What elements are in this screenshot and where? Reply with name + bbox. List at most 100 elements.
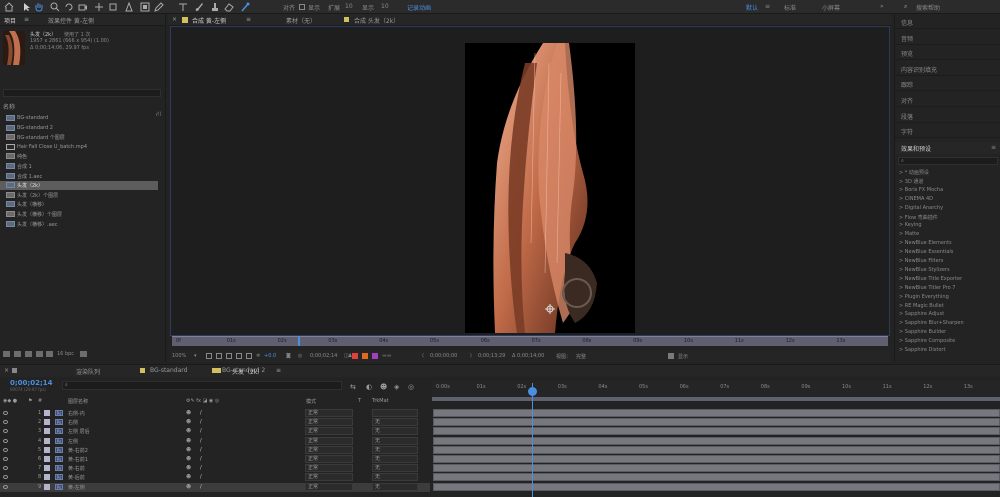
project-item[interactable]: 头发（横移）.aec bbox=[0, 220, 158, 229]
layer-name[interactable]: 右侧 bbox=[68, 419, 78, 426]
panel-item[interactable]: 预览 bbox=[901, 49, 913, 58]
text-tool-icon[interactable] bbox=[178, 2, 188, 12]
work-area-start[interactable]: 0;00;00;00 bbox=[430, 353, 457, 359]
tab-render-queue[interactable]: 渲染队列 bbox=[76, 367, 100, 376]
layer-row[interactable]: 8 Ps 黄-后前 ☻ / 正常 无 bbox=[0, 473, 430, 482]
panel-item[interactable]: 字符 bbox=[901, 127, 913, 136]
project-item[interactable]: Hair Fall Close U_batch.mp4 bbox=[0, 143, 158, 152]
mode-dropdown[interactable]: 正常 bbox=[305, 409, 353, 417]
layer-duration-bar[interactable] bbox=[433, 409, 1000, 417]
layer-row[interactable]: 7 Ps 黄-右前 ☻ / 正常 无 bbox=[0, 464, 430, 473]
tab-layer[interactable]: 素材（无） bbox=[286, 16, 316, 25]
workspace-menu-icon[interactable]: ≡ bbox=[765, 3, 770, 10]
fast-preview-icon[interactable] bbox=[372, 353, 378, 359]
eye-icon[interactable] bbox=[3, 447, 8, 452]
close-icon[interactable]: × bbox=[4, 367, 9, 374]
panel-item[interactable]: 内容识别填充 bbox=[901, 65, 937, 74]
layer-label-color[interactable] bbox=[44, 446, 50, 453]
shape-fill-icon[interactable] bbox=[140, 2, 150, 12]
project-item[interactable]: BG-standard 2 bbox=[0, 124, 158, 133]
draft-3d-icon[interactable]: ◐ bbox=[366, 383, 372, 391]
expand-label[interactable]: 扩展 bbox=[328, 3, 340, 12]
mode-dropdown[interactable]: 正常 bbox=[305, 445, 353, 454]
workspace-default[interactable]: 默认 bbox=[746, 3, 758, 12]
project-item[interactable]: 合成 1 bbox=[0, 162, 158, 171]
switches-header-icon[interactable]: ⚙✎ fx ◪ ◉ ◎ bbox=[186, 398, 219, 404]
view-dropdown[interactable]: 完整 bbox=[576, 353, 586, 360]
effect-category[interactable]: > Boris FX Mocha bbox=[899, 187, 943, 193]
mode-header[interactable]: 模式 bbox=[306, 398, 316, 405]
trkmat-dropdown[interactable]: 无 bbox=[372, 445, 418, 454]
effect-category[interactable]: > RE Magic Bullet bbox=[899, 303, 944, 309]
eye-icon[interactable] bbox=[3, 411, 8, 415]
layer-name[interactable]: 左侧 bbox=[68, 438, 78, 445]
pencil-tool-icon[interactable] bbox=[154, 2, 164, 12]
shy-switch-icon[interactable]: ☻ bbox=[186, 465, 191, 471]
effect-category[interactable]: > Plugin Everything bbox=[899, 294, 949, 300]
bit-depth-button[interactable]: 16 bpc bbox=[57, 351, 74, 357]
layer-label-color[interactable] bbox=[44, 474, 50, 481]
project-item[interactable]: 头发（2k）个图层 bbox=[0, 191, 158, 200]
snapshot-camera-icon[interactable]: ◙ bbox=[286, 353, 291, 359]
layer-label-color[interactable] bbox=[44, 428, 50, 435]
eraser-tool-icon[interactable] bbox=[224, 2, 234, 12]
effect-category[interactable]: > NewBlue Title Exporter bbox=[899, 276, 962, 282]
mode-dropdown[interactable]: 正常 bbox=[305, 464, 353, 473]
effect-category[interactable]: > CINEMA 4D bbox=[899, 196, 933, 202]
align-label[interactable]: 对齐 bbox=[283, 3, 295, 12]
effect-category[interactable]: > Flow 弯曲插件 bbox=[899, 214, 938, 221]
pen-tool-icon[interactable] bbox=[124, 2, 134, 12]
layer-name[interactable]: 右侧-内 bbox=[68, 410, 85, 417]
layer-row[interactable]: 5 Ps 黄-右前2 ☻ / 正常 无 bbox=[0, 445, 430, 455]
mode-dropdown[interactable]: 正常 bbox=[305, 418, 353, 427]
pan-behind-tool-icon[interactable] bbox=[94, 2, 104, 12]
show-snapshot-icon[interactable]: ◎ bbox=[298, 353, 302, 359]
layer-duration-bar[interactable] bbox=[433, 436, 1000, 445]
panel-item[interactable]: 音频 bbox=[901, 34, 913, 43]
grid-icon[interactable] bbox=[216, 353, 222, 359]
eye-icon[interactable] bbox=[3, 420, 8, 425]
panel-item[interactable]: 信息 bbox=[901, 18, 913, 27]
shape-tool-icon[interactable] bbox=[108, 2, 118, 12]
shy-switch-icon[interactable]: ☻ bbox=[186, 428, 191, 434]
layer-label-color[interactable] bbox=[44, 483, 50, 490]
project-item[interactable]: 头发（横移）个图层 bbox=[0, 210, 158, 219]
tab-bg-standard[interactable]: BG-standard bbox=[150, 367, 187, 374]
project-item[interactable]: 头发（横移） bbox=[0, 200, 158, 209]
layer-label-color[interactable] bbox=[44, 437, 50, 444]
color-management-icon[interactable] bbox=[362, 353, 368, 359]
layer-row[interactable]: 3 Ps 左侧 层后 ☻ / 正常 无 bbox=[0, 427, 430, 436]
effect-category[interactable]: > NewBlue Filters bbox=[899, 258, 943, 264]
magnification-chevron-icon[interactable]: ▾ bbox=[194, 353, 197, 359]
snap-checkbox[interactable] bbox=[299, 4, 305, 10]
mode-dropdown[interactable]: 正常 bbox=[305, 427, 353, 436]
layer-name[interactable]: 黄-右前 bbox=[68, 465, 85, 472]
layer-search-input[interactable]: ⌕ bbox=[62, 381, 342, 390]
work-area-bar[interactable] bbox=[432, 397, 1000, 401]
snap-label[interactable]: 显示 bbox=[308, 3, 320, 12]
effect-category[interactable]: > Sapphire Adjust bbox=[899, 311, 944, 317]
effect-category[interactable]: > Digital Anarchy bbox=[899, 205, 943, 211]
trkmat-dropdown[interactable]: 无 bbox=[372, 464, 418, 473]
tab-project[interactable]: 项目 bbox=[4, 16, 16, 25]
eye-icon[interactable] bbox=[3, 466, 8, 471]
puppet-tool-icon[interactable] bbox=[240, 2, 250, 12]
new-folder-icon[interactable] bbox=[14, 351, 21, 357]
frame-blending-icon[interactable]: ◈ bbox=[394, 383, 399, 391]
quality-switch-icon[interactable]: / bbox=[200, 438, 202, 444]
layer-name[interactable]: 黄-右前2 bbox=[68, 447, 88, 454]
size-value[interactable]: 10 bbox=[381, 3, 389, 10]
layer-duration-bar[interactable] bbox=[433, 482, 1000, 491]
eye-icon[interactable] bbox=[3, 429, 8, 434]
trash-icon[interactable] bbox=[80, 351, 87, 357]
eye-icon[interactable] bbox=[3, 438, 8, 443]
project-item[interactable]: 合成 1.aec bbox=[0, 172, 158, 181]
record-anim-label[interactable]: 记录动画 bbox=[407, 3, 431, 12]
composition-canvas[interactable] bbox=[170, 26, 890, 336]
layer-duration-bar[interactable] bbox=[433, 427, 1000, 436]
layer-label-color[interactable] bbox=[44, 465, 50, 472]
panel-menu-icon[interactable]: ≡ bbox=[991, 144, 996, 151]
trkmat-dropdown[interactable]: 无 bbox=[372, 418, 418, 427]
tab-menu-icon[interactable]: ≡ bbox=[246, 16, 251, 23]
display-label[interactable]: 显示 bbox=[362, 3, 374, 12]
